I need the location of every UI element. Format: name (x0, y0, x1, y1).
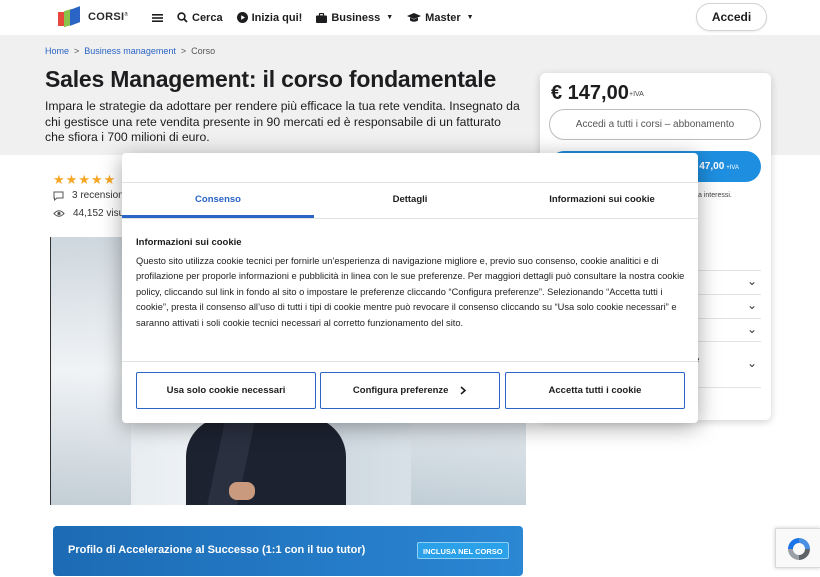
star-icon: ★ (65, 172, 78, 187)
course-description: Impara le strategie da adottare per rend… (45, 99, 520, 144)
graduation-cap-icon (407, 12, 422, 22)
reviews-label: 3 recensioni (72, 190, 126, 201)
course-price: € 147,00 (551, 82, 629, 104)
chevron-down-icon: ⌄ (746, 356, 757, 370)
nav-start[interactable]: Inizia qui! (236, 11, 303, 24)
configure-preferences-button[interactable]: Configura preferenze (320, 372, 500, 409)
cookie-body-text: Questo sito utilizza cookie tecnici per … (136, 256, 685, 328)
divider (122, 361, 698, 362)
star-icon: ★ (78, 172, 90, 187)
cookie-consent-dialog: Consenso Dettagli Informazioni sui cooki… (122, 153, 698, 423)
chevron-down-icon: ▼ (466, 14, 474, 21)
buy-vat-label: +IVA (726, 165, 739, 171)
installments-note: a interessi. (698, 192, 732, 199)
nav-search-label: Cerca (192, 11, 223, 24)
configure-preferences-label: Configura preferenze (352, 385, 449, 396)
comment-icon (53, 191, 64, 201)
chevron-right-icon (460, 386, 467, 395)
chevron-down-icon: ▼ (386, 14, 394, 21)
breadcrumb-home[interactable]: Home (45, 46, 69, 56)
tab-cookie-info[interactable]: Informazioni sui cookie (506, 183, 698, 218)
tab-consent[interactable]: Consenso (122, 183, 314, 218)
logo-text: CORSIa (88, 11, 128, 23)
breadcrumb-category[interactable]: Business management (84, 46, 176, 56)
page-title: Sales Management: il corso fondamentale (45, 66, 497, 92)
use-necessary-cookies-button[interactable]: Usa solo cookie necessari (136, 372, 316, 409)
breadcrumb-separator: > (74, 46, 80, 56)
chevron-down-icon: ⌄ (746, 322, 757, 336)
star-icon: ★ (90, 172, 103, 187)
play-circle-icon (236, 12, 248, 23)
cookie-tabs: Consenso Dettagli Informazioni sui cooki… (122, 182, 698, 219)
nav-business-label: Business (331, 11, 381, 24)
nav-search[interactable]: Cerca (177, 12, 223, 24)
rating-stars: ★ ★ ★ ★ ★ (53, 172, 115, 188)
nav-business[interactable]: Business ▼ (316, 12, 393, 24)
tab-details[interactable]: Dettagli (314, 183, 506, 218)
site-header: CORSIa Cerca Inizia qui! Business ▼ Mast… (0, 0, 820, 35)
nav-start-label: Inizia qui! (251, 11, 303, 24)
logo-icon (58, 6, 82, 28)
breadcrumb: Home > Business management > Corso (45, 46, 215, 56)
views-label: 44,152 visu (73, 208, 125, 219)
site-logo[interactable]: CORSIa (58, 6, 128, 28)
briefcase-icon (316, 12, 328, 23)
eye-icon (53, 210, 65, 217)
star-icon: ★ (53, 172, 65, 187)
subscription-button[interactable]: Accedi a tutti i corsi – abbonamento (549, 109, 761, 140)
hamburger-menu-button[interactable] (152, 13, 163, 23)
recaptcha-badge[interactable] (775, 528, 820, 568)
buy-price: 47,00 (699, 161, 725, 172)
price-vat-label: +IVA (629, 91, 644, 98)
nav-master[interactable]: Master ▼ (407, 11, 474, 24)
star-half-icon: ★ (103, 172, 116, 187)
breadcrumb-separator: > (180, 46, 187, 56)
breadcrumb-current: Corso (191, 46, 216, 56)
login-button[interactable]: Accedi (696, 3, 767, 31)
recaptcha-icon (788, 538, 810, 560)
search-icon (177, 12, 188, 23)
promo-text: Profilo di Accelerazione al Successo (1:… (68, 544, 366, 556)
promo-banner[interactable]: Profilo di Accelerazione al Successo (1:… (53, 526, 523, 576)
reviews-count[interactable]: 3 recensioni (53, 190, 126, 201)
hamburger-icon (152, 13, 163, 22)
chevron-down-icon: ⌄ (746, 298, 757, 312)
included-badge: INCLUSA NEL CORSO (417, 542, 509, 559)
nav-master-label: Master (425, 11, 461, 24)
cookie-heading: Informazioni sui cookie (136, 237, 242, 248)
chevron-down-icon: ⌄ (746, 274, 757, 288)
main-nav: Cerca Inizia qui! Business ▼ Master ▼ (152, 0, 474, 35)
accept-all-cookies-button[interactable]: Accetta tutti i cookie (505, 372, 685, 409)
views-count: 44,152 visu (53, 208, 124, 219)
